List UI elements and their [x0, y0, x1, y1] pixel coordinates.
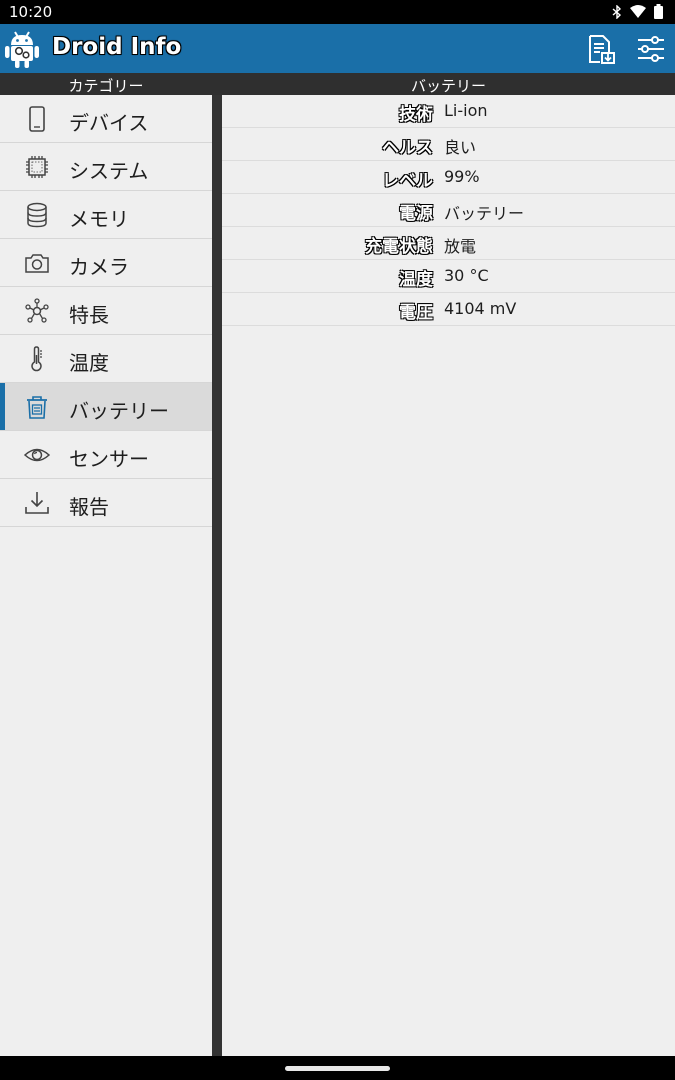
- home-gesture-handle[interactable]: [285, 1066, 390, 1071]
- sidebar-item-memory[interactable]: メモリ: [0, 191, 212, 239]
- status-time: 10:20: [9, 3, 53, 21]
- app-title: Droid Info: [52, 34, 182, 60]
- detail-row: 電源 バッテリー: [222, 194, 675, 227]
- detail-row: レベル 99%: [222, 161, 675, 194]
- detail-header: バッテリー: [410, 77, 486, 95]
- detail-key: レベル: [382, 171, 433, 191]
- sidebar-item-label: 報告: [69, 495, 109, 519]
- app-bar: Droid Info: [0, 24, 675, 73]
- eye-icon: [24, 448, 50, 462]
- category-header: カテゴリー: [68, 77, 144, 95]
- detail-value: 30 °C: [444, 266, 489, 285]
- detail-value: 4104 mV: [444, 299, 517, 318]
- android-logo-icon: [5, 31, 39, 68]
- sidebar-item-label: システム: [69, 159, 149, 183]
- battery-status-icon: [654, 4, 663, 19]
- sidebar-item-label: バッテリー: [69, 399, 169, 423]
- pane-divider[interactable]: [212, 95, 222, 1056]
- sidebar-item-label: デバイス: [69, 111, 149, 135]
- download-icon: [25, 492, 49, 514]
- sidebar-item-temperature[interactable]: 温度: [0, 335, 212, 383]
- detail-key: 電源: [399, 204, 433, 224]
- sidebar-item-system[interactable]: システム: [0, 143, 212, 191]
- navigation-bar: [0, 1056, 675, 1080]
- detail-key: 電圧: [399, 303, 433, 323]
- sidebar-item-features[interactable]: 特長: [0, 287, 212, 335]
- battery-icon: [27, 396, 47, 419]
- bluetooth-icon: [612, 4, 622, 19]
- sidebar-item-label: メモリ: [69, 207, 129, 231]
- status-icons: [612, 4, 663, 19]
- detail-row: 技術 Li-ion: [222, 95, 675, 128]
- phone-icon: [29, 106, 45, 132]
- battery-details: 技術 Li-ion ヘルス 良い レベル 99% 電源 バッテリー 充電状態 放…: [222, 95, 675, 1056]
- detail-row: 充電状態 放電: [222, 227, 675, 260]
- detail-value: 良い: [444, 138, 477, 157]
- sidebar-item-label: 特長: [69, 303, 109, 327]
- wifi-icon: [630, 5, 646, 18]
- detail-key: ヘルス: [382, 138, 433, 158]
- chip-icon: [26, 156, 48, 178]
- detail-value: 99%: [444, 167, 480, 186]
- sidebar-item-camera[interactable]: カメラ: [0, 239, 212, 287]
- database-icon: [27, 202, 47, 228]
- section-header-strip: カテゴリー バッテリー: [0, 73, 675, 95]
- detail-row: ヘルス 良い: [222, 128, 675, 161]
- sidebar-item-label: カメラ: [69, 255, 129, 279]
- detail-value: バッテリー: [444, 204, 525, 223]
- detail-row: 電圧 4104 mV: [222, 293, 675, 326]
- sidebar-item-label: 温度: [69, 351, 109, 375]
- camera-icon: [25, 254, 49, 273]
- sidebar-item-sensors[interactable]: センサー: [0, 431, 212, 479]
- status-bar: 10:20: [0, 0, 675, 24]
- detail-key: 技術: [399, 105, 433, 125]
- thermometer-icon: [31, 346, 42, 372]
- detail-key: 充電状態: [365, 237, 433, 257]
- sidebar-item-label: センサー: [69, 447, 149, 471]
- detail-row: 温度 30 °C: [222, 260, 675, 293]
- detail-key: 温度: [399, 270, 433, 290]
- detail-value: Li-ion: [444, 101, 488, 120]
- export-report-icon[interactable]: [586, 34, 616, 64]
- sidebar-item-battery[interactable]: バッテリー: [0, 383, 212, 431]
- category-sidebar: デバイス システム メモリ カメラ 特長 温度 バッテリー センサー 報告: [0, 95, 212, 1056]
- sidebar-item-report[interactable]: 報告: [0, 479, 212, 527]
- settings-sliders-icon[interactable]: [636, 34, 666, 64]
- network-icon: [25, 298, 49, 323]
- sidebar-item-device[interactable]: デバイス: [0, 95, 212, 143]
- detail-value: 放電: [444, 237, 477, 256]
